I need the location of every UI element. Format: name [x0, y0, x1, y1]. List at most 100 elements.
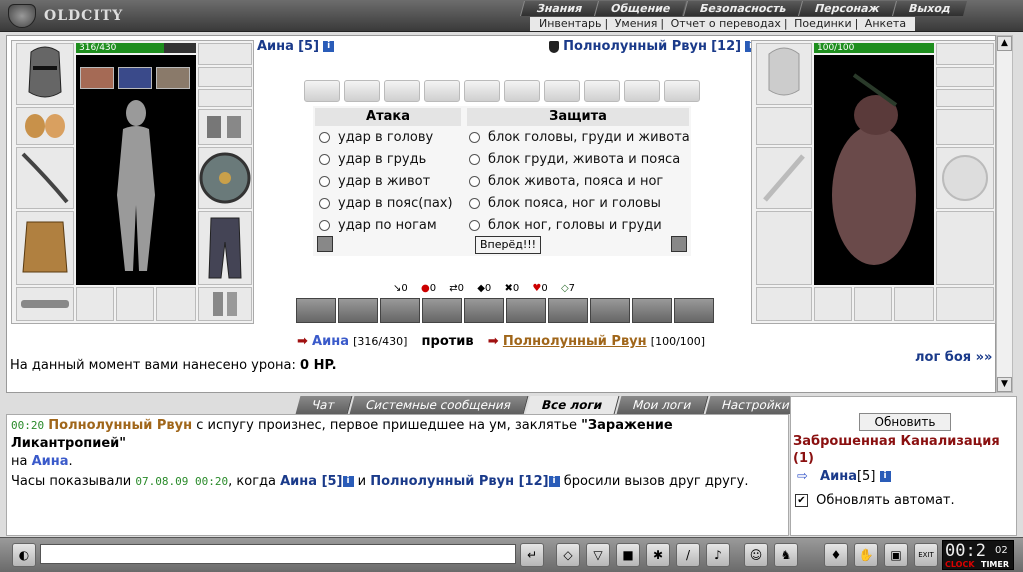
- weapon-slot[interactable]: [16, 147, 74, 209]
- attack-option-stomach[interactable]: удар в живот: [319, 171, 453, 193]
- radio-button[interactable]: [469, 154, 480, 165]
- armor-slot[interactable]: [16, 211, 74, 285]
- refresh-button[interactable]: Обновить: [859, 413, 951, 431]
- log-player-name[interactable]: Аина: [32, 454, 69, 469]
- attack-option-legs[interactable]: удар по ногам: [319, 215, 453, 237]
- submenu-profile[interactable]: Анкета: [862, 17, 909, 30]
- flip-left-icon[interactable]: [317, 236, 333, 252]
- tab-chat[interactable]: Чат: [295, 396, 352, 414]
- scroll-slot-10[interactable]: [664, 80, 700, 102]
- user-info-icon[interactable]: i: [879, 471, 891, 482]
- enemy-leggings-slot[interactable]: [936, 211, 994, 285]
- enemy-amulet-slot[interactable]: [936, 43, 994, 65]
- eraser-icon[interactable]: ◇: [556, 543, 580, 567]
- radio-button[interactable]: [319, 198, 330, 209]
- enemy-rune-slot-2[interactable]: [854, 287, 892, 321]
- defense-option-4[interactable]: блок пояса, ног и головы: [469, 193, 690, 215]
- defense-option-1[interactable]: блок головы, груди и живота: [469, 127, 690, 149]
- user-arrow-icon[interactable]: ⇨: [797, 469, 808, 484]
- scroll-slot-9[interactable]: [624, 80, 660, 102]
- language-icon[interactable]: /: [676, 543, 700, 567]
- filter-icon[interactable]: ▽: [586, 543, 610, 567]
- submenu-transfers[interactable]: Отчет о переводах: [668, 17, 784, 30]
- tab-system-messages[interactable]: Системные сообщения: [349, 396, 528, 414]
- submenu-fights[interactable]: Поединки: [791, 17, 855, 30]
- hand-icon[interactable]: ✋: [854, 543, 878, 567]
- refresh-icon[interactable]: [671, 236, 687, 252]
- clock-label[interactable]: CLOCK: [945, 560, 975, 569]
- auto-refresh-checkbox[interactable]: ✔: [795, 494, 808, 507]
- log-enemy-name[interactable]: Полнолунный Рвун: [48, 418, 192, 433]
- exit-icon[interactable]: EXIT: [914, 543, 938, 567]
- tab-my-logs[interactable]: Мои логи: [616, 396, 709, 414]
- save-icon[interactable]: ■: [616, 543, 640, 567]
- knight-icon[interactable]: ♞: [774, 543, 798, 567]
- enemy-rune-slot-1[interactable]: [814, 287, 852, 321]
- boots-slot[interactable]: [198, 287, 252, 321]
- tab-all-logs[interactable]: Все логи: [525, 396, 620, 414]
- spell-slot-4[interactable]: [422, 298, 462, 323]
- enemy-name[interactable]: Полнолунный Рвун: [563, 39, 707, 54]
- enemy-ring-slot-1[interactable]: [936, 67, 994, 87]
- versus-enemy-name[interactable]: Полнолунный Рвун: [503, 334, 647, 349]
- ring-slot-1[interactable]: [198, 67, 252, 87]
- scroll-slot-5[interactable]: [464, 80, 500, 102]
- defense-option-3[interactable]: блок живота, пояса и ног: [469, 171, 690, 193]
- scroll-slot-8[interactable]: [584, 80, 620, 102]
- amulet-slot[interactable]: [198, 43, 252, 65]
- forward-button[interactable]: Вперёд!!!: [475, 236, 541, 254]
- enemy-shield-slot[interactable]: [936, 147, 994, 209]
- attack-option-head[interactable]: удар в голову: [319, 127, 453, 149]
- potion-slot-3[interactable]: [156, 67, 190, 89]
- attack-option-groin[interactable]: удар в пояс(пах): [319, 193, 453, 215]
- defense-option-2[interactable]: блок груди, живота и пояса: [469, 149, 690, 171]
- shield-slot[interactable]: [198, 147, 252, 209]
- radio-button[interactable]: [319, 220, 330, 231]
- spell-slot-3[interactable]: [380, 298, 420, 323]
- defense-option-5[interactable]: блок ног, головы и груди: [469, 215, 690, 237]
- scroll-up-icon[interactable]: ▲: [997, 36, 1012, 51]
- spell-slot-1[interactable]: [296, 298, 336, 323]
- scroll-down-icon[interactable]: ▼: [997, 377, 1012, 392]
- rune-slot-1[interactable]: [76, 287, 114, 321]
- belt-slot[interactable]: [16, 287, 74, 321]
- spell-slot-5[interactable]: [464, 298, 504, 323]
- spell-slot-8[interactable]: [590, 298, 630, 323]
- leggings-slot[interactable]: [198, 211, 252, 285]
- spell-slot-9[interactable]: [632, 298, 672, 323]
- menu-character[interactable]: Персонаж: [797, 1, 896, 16]
- ring-slot-2[interactable]: [198, 89, 252, 107]
- chat-input[interactable]: [40, 544, 516, 564]
- player-info-icon[interactable]: i: [323, 41, 335, 52]
- gloves-slot[interactable]: [198, 109, 252, 145]
- potion-slot-1[interactable]: [80, 67, 114, 89]
- rune-slot-2[interactable]: [116, 287, 154, 321]
- radio-button[interactable]: [469, 176, 480, 187]
- enemy-boots-slot[interactable]: [936, 287, 994, 321]
- bag-icon[interactable]: ♦: [824, 543, 848, 567]
- timer-label[interactable]: TIMER: [981, 560, 1009, 569]
- radio-button[interactable]: [319, 176, 330, 187]
- scroll-slot-3[interactable]: [384, 80, 420, 102]
- radio-button[interactable]: [319, 132, 330, 143]
- enemy-gloves-slot[interactable]: [936, 109, 994, 145]
- speaker-icon[interactable]: ◐: [12, 543, 36, 567]
- send-icon[interactable]: ↵: [520, 543, 544, 567]
- location-user-name[interactable]: Аина: [820, 469, 857, 484]
- spell-slot-7[interactable]: [548, 298, 588, 323]
- enemy-belt-slot[interactable]: [756, 287, 812, 321]
- menu-knowledge[interactable]: Знания: [519, 1, 599, 16]
- enemy-armor-slot[interactable]: [756, 211, 812, 285]
- menu-exit[interactable]: Выход: [891, 1, 967, 16]
- radio-button[interactable]: [469, 132, 480, 143]
- lock-icon[interactable]: ▣: [884, 543, 908, 567]
- bracers-slot[interactable]: [16, 107, 74, 145]
- main-scrollbar[interactable]: ▲ ▼: [996, 35, 1013, 393]
- enemy-bracers-slot[interactable]: [756, 107, 812, 145]
- player-info-icon[interactable]: i: [342, 476, 354, 487]
- spell-slot-2[interactable]: [338, 298, 378, 323]
- scroll-slot-7[interactable]: [544, 80, 580, 102]
- spell-slot-10[interactable]: [674, 298, 714, 323]
- enemy-helmet-slot[interactable]: [756, 43, 812, 105]
- enemy-weapon-slot[interactable]: [756, 147, 812, 209]
